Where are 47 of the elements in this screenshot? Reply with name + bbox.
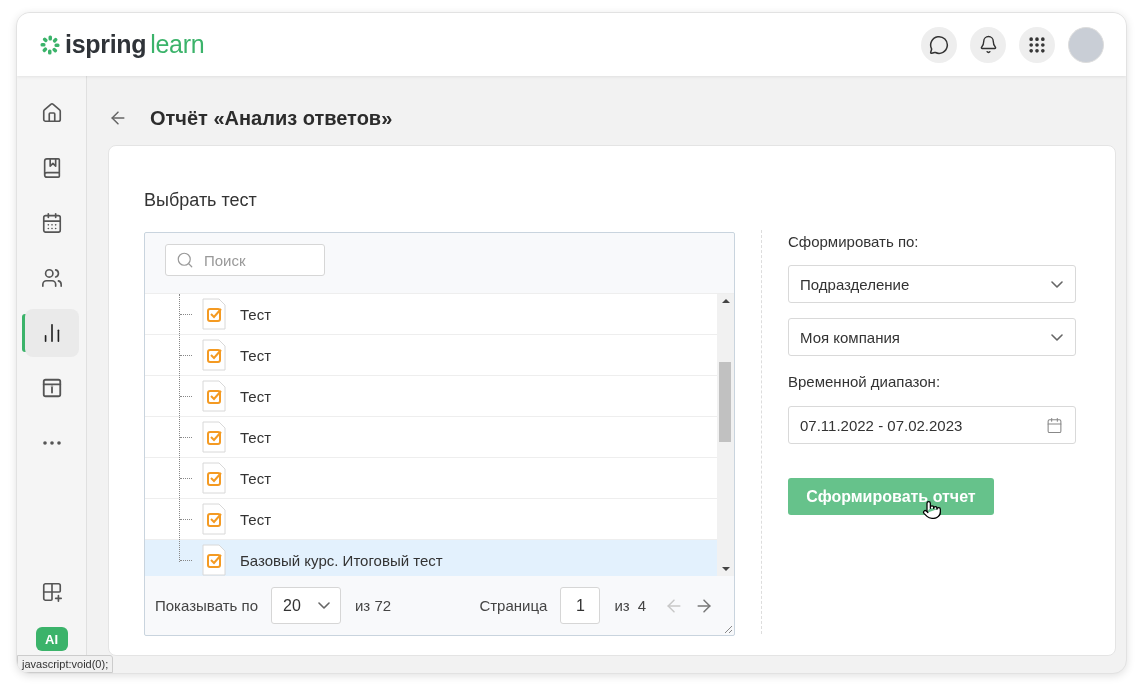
search-icon [176, 251, 194, 269]
page-title: Отчёт «Анализ ответов» [150, 106, 393, 130]
logo-icon [39, 33, 61, 56]
page-label: Страница [479, 597, 548, 614]
test-file-icon [202, 380, 226, 412]
chat-button[interactable] [921, 26, 957, 63]
grid-icon [1027, 34, 1047, 55]
page-total: 4 [637, 597, 646, 614]
chat-icon [929, 34, 949, 55]
chevron-down-icon [318, 602, 330, 609]
field-label: Временной диапазон: [788, 373, 942, 391]
group-by-select[interactable]: Подразделение [788, 265, 1076, 303]
home-icon [40, 102, 63, 124]
apps-button[interactable] [1019, 26, 1055, 63]
status-url: javascript:void(0); [17, 655, 114, 673]
test-file-icon [202, 503, 226, 535]
page-total-label: из [614, 597, 630, 614]
search-field[interactable]: Поиск [165, 244, 325, 276]
grid-plus-icon [40, 581, 63, 603]
test-file-icon [202, 339, 226, 371]
test-file-icon [202, 421, 226, 453]
field-label: Сформировать по: [788, 233, 920, 251]
users-icon [40, 267, 63, 289]
scrollbar[interactable] [717, 294, 734, 576]
logo-text: learn [150, 30, 205, 59]
info-panel-icon [40, 377, 63, 399]
page-size-select[interactable]: 20 [271, 587, 341, 624]
calendar-icon [1046, 416, 1063, 434]
logo-text: ispring [65, 30, 147, 59]
resize-handle-icon[interactable] [724, 625, 733, 634]
department-select[interactable]: Моя компания [788, 318, 1076, 356]
total-count: из 72 [355, 597, 392, 614]
chevron-down-icon [1051, 280, 1063, 288]
test-file-icon [202, 462, 226, 494]
page-field[interactable]: 1 [560, 587, 601, 624]
tree-row[interactable]: Базовый курс. Итоговый тест [145, 540, 717, 576]
date-range-field[interactable]: 07.11.2022 - 07.02.2023 [788, 406, 1076, 444]
sidebar-item[interactable] [24, 309, 79, 357]
test-file-icon [202, 544, 226, 576]
section-heading: Выбрать тест [144, 189, 258, 212]
page-size-label: Показывать по [155, 597, 258, 614]
calendar-icon [40, 212, 63, 234]
more-icon [42, 441, 61, 445]
notifications-button[interactable] [970, 26, 1006, 63]
bell-icon [978, 35, 998, 54]
test-file-icon [202, 298, 226, 330]
chevron-down-icon [1051, 333, 1063, 341]
